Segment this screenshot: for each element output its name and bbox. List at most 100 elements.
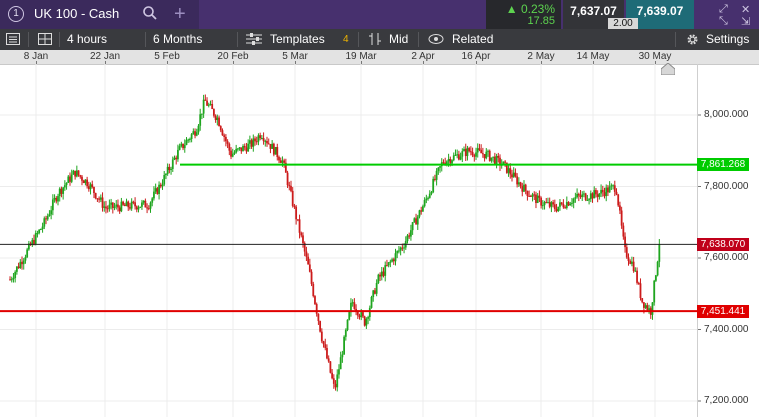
price-type-icon[interactable] <box>368 29 382 50</box>
candle-body <box>507 168 510 173</box>
candle-body <box>392 259 395 262</box>
candle-body <box>410 230 412 237</box>
gear-icon[interactable] <box>686 29 699 50</box>
candle-body <box>517 182 520 185</box>
candle-body <box>320 331 323 342</box>
candle-body <box>461 151 464 157</box>
candle-body <box>591 193 594 199</box>
lower-line-price-tag: 7,451.441 <box>697 304 749 318</box>
candle-body <box>428 193 431 198</box>
add-tab-icon[interactable]: + <box>174 2 186 26</box>
change-percent: ▲ 0.23% <box>505 2 555 16</box>
candle-body <box>201 113 203 115</box>
candle-body <box>108 204 111 209</box>
candle-body <box>560 202 563 204</box>
candle-body <box>512 172 515 178</box>
candle-body <box>154 188 157 192</box>
candle-body <box>368 307 371 318</box>
candle-body <box>615 191 618 195</box>
candle-body <box>113 206 116 208</box>
candle-body <box>211 103 214 110</box>
price-chart[interactable] <box>0 64 759 417</box>
search-icon[interactable] <box>142 5 158 24</box>
candle-body <box>533 194 536 196</box>
divider <box>675 32 676 47</box>
candle-body <box>260 138 263 140</box>
candle-body <box>471 151 474 156</box>
candle-body <box>276 147 279 158</box>
price-type-button[interactable]: Mid <box>389 29 408 50</box>
candle-body <box>475 152 477 157</box>
current-price-tag: 7,638.070 <box>697 237 749 251</box>
candle-body <box>435 170 438 180</box>
candle-body <box>103 206 106 208</box>
candle-body <box>224 136 227 142</box>
candle-body <box>238 147 241 149</box>
candle-body <box>189 138 191 140</box>
candle-body <box>605 187 608 197</box>
candle-body <box>379 274 381 277</box>
candle-body <box>358 315 361 318</box>
candle-body <box>135 206 138 210</box>
candle-body <box>344 329 347 337</box>
range-selector[interactable]: 6 Months <box>153 29 202 50</box>
candle-body <box>476 148 479 153</box>
candle-body <box>326 347 328 359</box>
collapse-icon[interactable]: ⤡ <box>719 15 728 28</box>
related-button[interactable]: Related <box>452 29 493 50</box>
candle-body <box>413 218 416 223</box>
interval-selector[interactable]: 4 hours <box>67 29 107 50</box>
candle-body <box>245 147 248 152</box>
instrument-tab[interactable]: 1 UK 100 - Cash <box>0 0 199 29</box>
candle-body <box>272 143 275 155</box>
candle-body <box>26 249 29 258</box>
candle-body <box>187 139 190 141</box>
spread-badge: 2.00 <box>608 18 638 29</box>
candle-body <box>230 150 232 157</box>
divider <box>28 32 29 47</box>
candle-body <box>271 143 274 149</box>
candle-body <box>567 202 570 206</box>
layout-grid-icon[interactable] <box>38 29 52 50</box>
instrument-bar: 1 UK 100 - Cash + ▲ 0.23% 17.85 7,637.07… <box>0 0 759 29</box>
candle-body <box>360 312 363 318</box>
candle-body <box>403 247 405 249</box>
settings-button[interactable]: Settings <box>706 29 749 50</box>
candle-body <box>194 131 196 136</box>
candle-body <box>218 117 220 127</box>
chart-toolbar: 4 hours 6 Months Templates 4 Mid Related… <box>0 29 759 50</box>
candle-body <box>656 261 659 276</box>
candle-body <box>257 135 260 142</box>
candle-body <box>351 302 354 304</box>
eye-icon[interactable] <box>428 29 444 50</box>
candle-body <box>637 282 640 284</box>
candle-body <box>117 204 119 208</box>
candle-body <box>641 298 644 303</box>
candle-body <box>132 201 135 203</box>
popout-icon[interactable]: ⇲ <box>741 15 750 28</box>
candle-body <box>571 202 573 204</box>
candle-body <box>509 168 512 175</box>
candle-body <box>153 191 155 199</box>
candle-body <box>612 185 614 187</box>
candle-body <box>384 265 387 276</box>
candle-body <box>240 147 243 152</box>
candle-body <box>449 158 452 164</box>
candle-body <box>36 233 39 235</box>
menu-icon[interactable] <box>6 29 20 50</box>
candle-body <box>69 176 71 182</box>
candle-body <box>267 143 270 145</box>
candle-body <box>202 99 205 114</box>
candle-body <box>129 207 131 209</box>
templates-button[interactable]: Templates <box>270 29 325 50</box>
divider <box>237 32 238 47</box>
candle-body <box>185 140 188 145</box>
candle-body <box>583 193 585 195</box>
candle-body <box>519 182 522 187</box>
candle-body <box>451 160 453 164</box>
templates-icon[interactable] <box>246 29 262 50</box>
candle-body <box>281 160 284 163</box>
candle-body <box>141 202 143 207</box>
candle-body <box>406 235 409 242</box>
candle-body <box>295 206 298 220</box>
